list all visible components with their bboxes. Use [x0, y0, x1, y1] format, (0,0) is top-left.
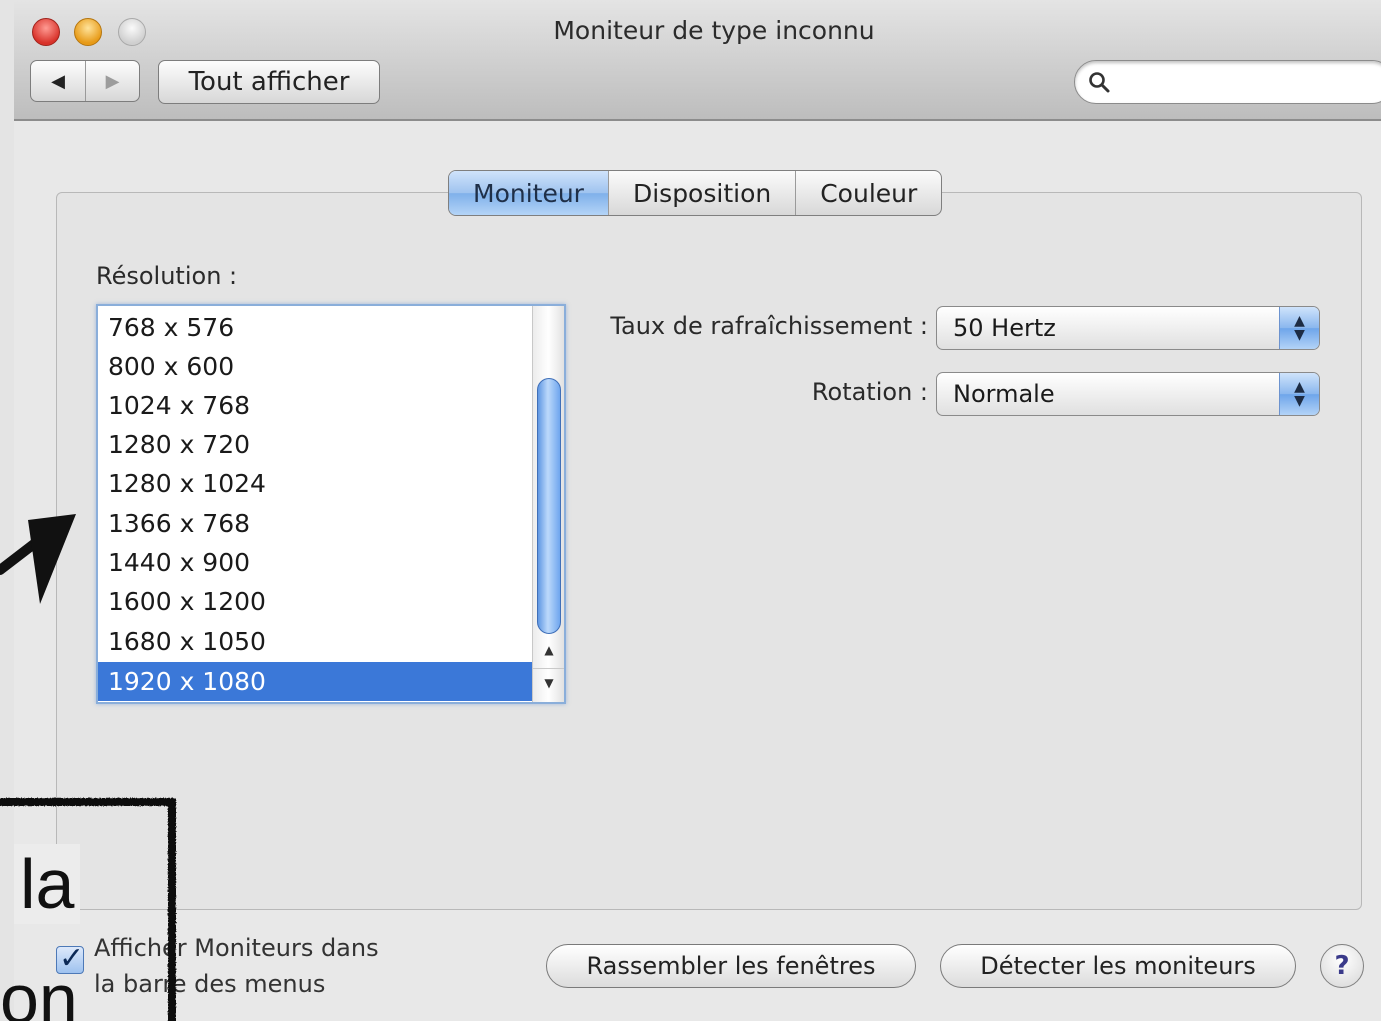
resolution-scrollbar[interactable]: ▲ ▼	[532, 306, 564, 702]
list-item[interactable]: 1366 x 768	[98, 504, 532, 543]
scrollbar-thumb[interactable]	[537, 378, 561, 634]
window-title: Moniteur de type inconnu	[553, 16, 875, 45]
back-button[interactable]: ◀	[31, 61, 85, 101]
list-item[interactable]: 800 x 600	[98, 347, 532, 386]
rotation-value: Normale	[953, 380, 1055, 408]
rotation-label: Rotation :	[811, 378, 928, 406]
list-item[interactable]: 1600 x 1200	[98, 582, 532, 621]
preferences-window: Moniteur de type inconnu ◀ ▶ Tout affich…	[14, 0, 1381, 1021]
search-field[interactable]	[1074, 60, 1381, 104]
forward-arrow-icon: ▶	[105, 70, 120, 92]
list-item[interactable]: 1280 x 1024	[98, 464, 532, 503]
help-button[interactable]: ?	[1320, 944, 1364, 988]
gather-windows-button[interactable]: Rassembler les fenêtres	[546, 944, 916, 988]
annotation-arrow-icon	[0, 514, 76, 604]
tab-moniteur[interactable]: Moniteur	[449, 171, 608, 215]
scroll-up-arrow-icon[interactable]: ▲	[533, 636, 564, 664]
search-icon	[1089, 72, 1110, 93]
search-input[interactable]	[1115, 67, 1375, 97]
list-item-selected[interactable]: 1920 x 1080	[98, 662, 532, 701]
window-toolbar: Moniteur de type inconnu ◀ ▶ Tout affich…	[14, 0, 1381, 121]
scroll-down-arrow-icon[interactable]: ▼	[533, 668, 564, 696]
list-item[interactable]: 768 x 576	[98, 308, 532, 347]
back-arrow-icon: ◀	[51, 70, 65, 92]
detect-displays-button[interactable]: Détecter les moniteurs	[940, 944, 1296, 988]
resolution-label: Résolution :	[96, 262, 238, 290]
annotation-text: on	[0, 960, 78, 1021]
list-item[interactable]: 1680 x 1050	[98, 622, 532, 661]
forward-button[interactable]: ▶	[85, 61, 139, 101]
rotation-popup[interactable]: Normale ▲ ▼	[936, 372, 1320, 416]
list-item[interactable]: 1024 x 768	[98, 386, 532, 425]
list-item[interactable]: 1280 x 720	[98, 425, 532, 464]
popup-arrows-icon: ▲ ▼	[1279, 373, 1319, 415]
refresh-rate-value: 50 Hertz	[953, 314, 1056, 342]
tab-disposition[interactable]: Disposition	[607, 171, 795, 215]
tab-bar: Moniteur Disposition Couleur	[448, 170, 943, 216]
tab-couleur[interactable]: Couleur	[795, 171, 941, 215]
back-forward-group: ◀ ▶	[30, 60, 140, 102]
show-all-button[interactable]: Tout afficher	[158, 60, 380, 104]
popup-arrows-icon: ▲ ▼	[1279, 307, 1319, 349]
refresh-rate-label: Taux de rafraîchissement :	[610, 312, 928, 340]
refresh-rate-popup[interactable]: 50 Hertz ▲ ▼	[936, 306, 1320, 350]
list-item[interactable]: 1440 x 900	[98, 543, 532, 582]
resolution-list[interactable]: 768 x 576 800 x 600 1024 x 768 1280 x 72…	[96, 304, 566, 704]
